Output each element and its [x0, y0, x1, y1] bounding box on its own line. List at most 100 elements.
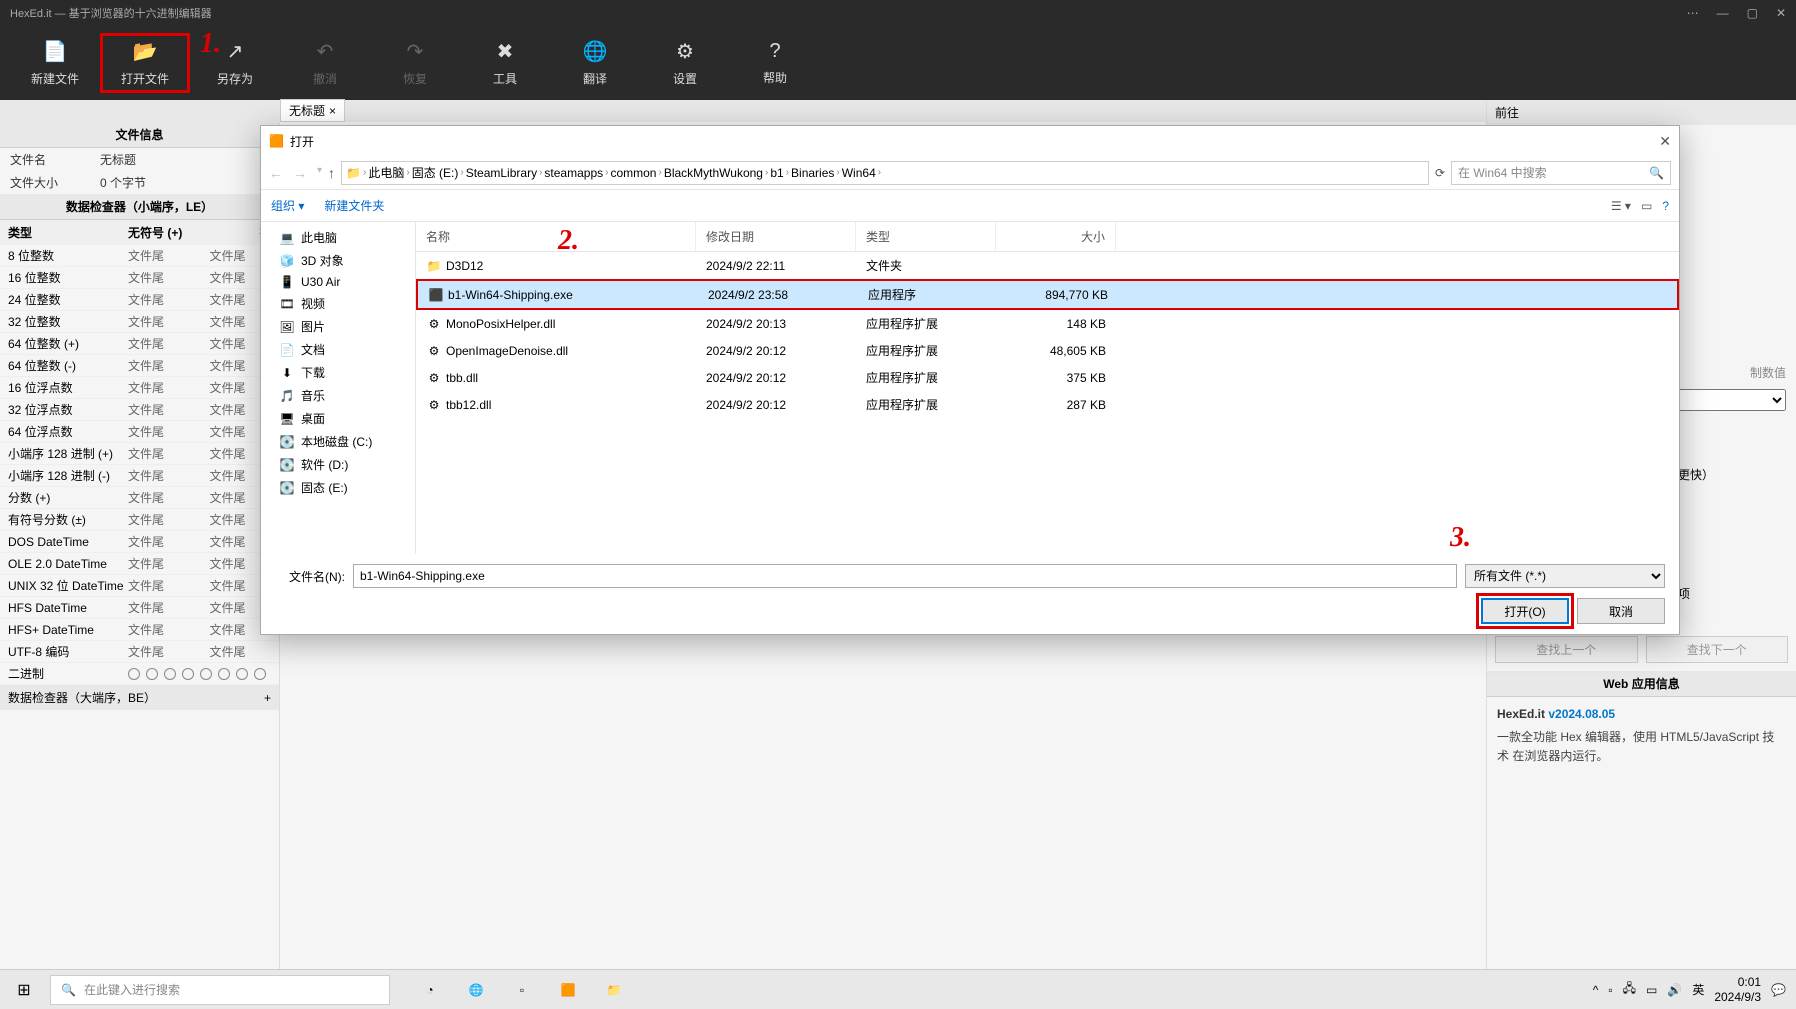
battery-icon[interactable]: ▭ [1646, 983, 1657, 997]
taskbar-search[interactable]: 🔍 在此键入进行搜索 [50, 975, 390, 1005]
dialog-footer: 文件名(N): 所有文件 (*.*) 打开(O) 取消 [261, 554, 1679, 634]
breadcrumb-segment[interactable]: SteamLibrary [466, 166, 537, 180]
file-row[interactable]: 📁D3D122024/9/2 22:11文件夹 [416, 252, 1679, 279]
open-button[interactable]: 打开(O) [1481, 598, 1569, 624]
help-button[interactable]: ? 帮助 [730, 33, 820, 93]
document-tab[interactable]: 无标题 × [280, 99, 345, 122]
hexed-icon[interactable]: 🟧 [548, 974, 588, 1006]
breadcrumb-segment[interactable]: steamapps [544, 166, 603, 180]
breadcrumb-segment[interactable]: 此电脑 [368, 164, 404, 181]
web-info-header: Web 应用信息 [1487, 671, 1796, 697]
inspector-row: 32 位整数文件尾文件尾 [0, 311, 279, 333]
chevron-down-icon[interactable]: ▾ [317, 165, 322, 181]
tab-close-icon[interactable]: × [329, 104, 336, 118]
file-row[interactable]: ⚙tbb.dll2024/9/2 20:12应用程序扩展375 KB [416, 364, 1679, 391]
system-tray: ^ ▫ 🖧 ▭ 🔊 英 0:01 2024/9/3 💬 [1583, 975, 1796, 1004]
tree-item[interactable]: 💻此电脑 [261, 226, 415, 249]
inspector-row: UNIX 32 位 DateTime文件尾文件尾 [0, 575, 279, 597]
tools-button[interactable]: ✖ 工具 [460, 33, 550, 93]
tree-item[interactable]: 📄文档 [261, 338, 415, 361]
col-name[interactable]: 名称 [416, 222, 696, 251]
file-row[interactable]: ⚙OpenImageDenoise.dll2024/9/2 20:12应用程序扩… [416, 337, 1679, 364]
help-icon[interactable]: ? [1662, 199, 1669, 213]
back-icon[interactable]: ← [269, 165, 283, 181]
dialog-close-icon[interactable]: ✕ [1659, 133, 1671, 150]
close-icon[interactable]: ✕ [1776, 6, 1786, 20]
file-filter-select[interactable]: 所有文件 (*.*) [1465, 564, 1665, 588]
inspector-row: 有符号分数 (±)文件尾文件尾 [0, 509, 279, 531]
app-icon[interactable]: ▫ [502, 974, 542, 1006]
tree-item[interactable]: 🖼图片 [261, 315, 415, 338]
steam-icon[interactable]: ◔ [410, 974, 450, 1006]
fileinfo-header: 文件信息 [0, 122, 279, 148]
search-placeholder: 在 Win64 中搜索 [1458, 164, 1547, 181]
tree-item[interactable]: 🧊3D 对象 [261, 249, 415, 272]
breadcrumb-segment[interactable]: common [610, 166, 656, 180]
forward-icon[interactable]: → [293, 165, 307, 181]
tree-item[interactable]: ⬇下载 [261, 361, 415, 384]
tree-item[interactable]: 💽本地磁盘 (C:) [261, 430, 415, 453]
edge-icon[interactable]: 🌐 [456, 974, 496, 1006]
chevron-up-icon[interactable]: ^ [1593, 983, 1599, 997]
settings-button[interactable]: ⚙ 设置 [640, 33, 730, 93]
tree-item[interactable]: 💽软件 (D:) [261, 453, 415, 476]
undo-button[interactable]: ↶ 撤消 [280, 33, 370, 93]
dialog-title: 🟧 打开 [269, 133, 314, 150]
inspector-row: OLE 2.0 DateTime文件尾文件尾 [0, 553, 279, 575]
find-next-button[interactable]: 查找下一个 [1646, 636, 1789, 663]
breadcrumb-segment[interactable]: Binaries [791, 166, 834, 180]
plus-icon: + [264, 691, 271, 705]
file-row[interactable]: ⚙MonoPosixHelper.dll2024/9/2 20:13应用程序扩展… [416, 310, 1679, 337]
type-col: 类型 [8, 224, 128, 241]
translate-button[interactable]: 🌐 翻译 [550, 33, 640, 93]
taskbar-apps: ◔ 🌐 ▫ 🟧 📁 [410, 974, 634, 1006]
file-row[interactable]: ⬛b1-Win64-Shipping.exe2024/9/2 23:58应用程序… [416, 279, 1679, 310]
ime-label[interactable]: 英 [1692, 981, 1704, 998]
tree-item[interactable]: 💽固态 (E:) [261, 476, 415, 499]
maximize-icon[interactable]: ▢ [1747, 6, 1758, 20]
tree-item[interactable]: 📱U30 Air [261, 272, 415, 292]
col-type[interactable]: 类型 [856, 222, 996, 251]
folder-tree[interactable]: 💻此电脑🧊3D 对象📱U30 Air🎞视频🖼图片📄文档⬇下载🎵音乐🖥桌面💽本地磁… [261, 222, 416, 554]
start-button[interactable]: ⊞ [0, 970, 48, 1009]
taskbar-clock[interactable]: 0:01 2024/9/3 [1714, 975, 1761, 1004]
dialog-search[interactable]: 在 Win64 中搜索 🔍 [1451, 161, 1671, 185]
tree-item[interactable]: 🎵音乐 [261, 384, 415, 407]
clock-date: 2024/9/3 [1714, 990, 1761, 1004]
goto-header[interactable]: 前往 [1487, 100, 1796, 125]
tray-icon[interactable]: ▫ [1608, 983, 1612, 997]
up-icon[interactable]: ↑ [328, 165, 335, 181]
network-icon[interactable]: 🖧 [1623, 979, 1636, 1000]
col-date[interactable]: 修改日期 [696, 222, 856, 251]
breadcrumb-segment[interactable]: 固态 (E:) [412, 164, 459, 181]
new-file-button[interactable]: 📄 新建文件 [10, 33, 100, 93]
find-prev-button[interactable]: 查找上一个 [1495, 636, 1638, 663]
new-folder-button[interactable]: 新建文件夹 [324, 197, 384, 214]
view-list-icon[interactable]: ☰ ▾ [1611, 199, 1631, 213]
inspector-row: 8 位整数文件尾文件尾 [0, 245, 279, 267]
breadcrumb[interactable]: 📁 › 此电脑›固态 (E:)›SteamLibrary›steamapps›c… [341, 161, 1429, 185]
tree-item[interactable]: 🎞视频 [261, 292, 415, 315]
dialog-toolbar: 组织 ▾ 新建文件夹 ☰ ▾ ▭ ? [261, 190, 1679, 222]
more-icon[interactable]: ⋯ [1687, 6, 1699, 20]
tree-item[interactable]: 🖥桌面 [261, 407, 415, 430]
open-file-button[interactable]: 📂 打开文件 [100, 33, 190, 93]
file-row[interactable]: ⚙tbb12.dll2024/9/2 20:12应用程序扩展287 KB [416, 391, 1679, 418]
breadcrumb-segment[interactable]: b1 [770, 166, 783, 180]
breadcrumb-segment[interactable]: Win64 [842, 166, 876, 180]
window-controls: ⋯ — ▢ ✕ [1687, 6, 1786, 20]
preview-pane-icon[interactable]: ▭ [1641, 199, 1652, 213]
organize-button[interactable]: 组织 ▾ [271, 197, 304, 214]
file-rows: 📁D3D122024/9/2 22:11文件夹⬛b1-Win64-Shippin… [416, 252, 1679, 418]
refresh-icon[interactable]: ⟳ [1435, 166, 1445, 180]
inspector-be-header[interactable]: 数据检查器（大端序，BE） + [0, 685, 279, 710]
volume-icon[interactable]: 🔊 [1667, 983, 1682, 997]
cancel-button[interactable]: 取消 [1577, 598, 1665, 624]
breadcrumb-segment[interactable]: BlackMythWukong [664, 166, 763, 180]
filename-input[interactable] [353, 564, 1457, 588]
explorer-icon[interactable]: 📁 [594, 974, 634, 1006]
minimize-icon[interactable]: — [1717, 6, 1729, 20]
col-size[interactable]: 大小 [996, 222, 1116, 251]
notifications-icon[interactable]: 💬 [1771, 983, 1786, 997]
redo-button[interactable]: ↷ 恢复 [370, 33, 460, 93]
